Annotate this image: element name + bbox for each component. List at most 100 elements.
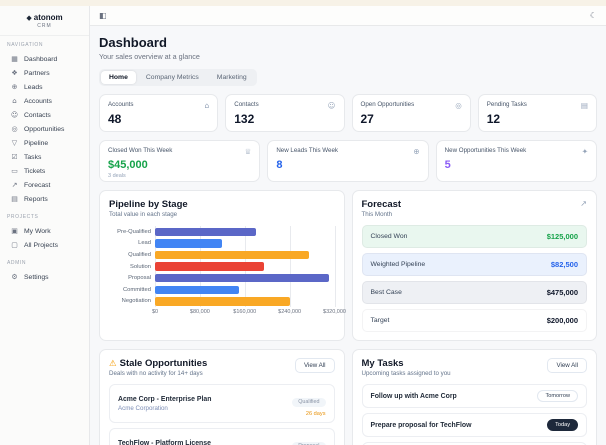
chart-gridline [334, 226, 336, 308]
stat-label: Closed Won This Week [108, 147, 173, 154]
nav-section-navigation: Navigation ▦ Dashboard ❖ Partners ⊕ Lead… [0, 36, 89, 208]
task-title: Prepare proposal for TechFlow [370, 421, 472, 429]
sidebar-item-label: Opportunities [24, 125, 65, 133]
sidebar-item-label: Forecast [24, 181, 51, 189]
opportunities-icon: ◎ [11, 125, 18, 133]
kpi-row: Accounts ⌂ 48 Contacts ☺ 132 Open Opport… [99, 94, 597, 132]
chart-category-label: Committed [122, 286, 151, 293]
forecast-card: Forecast This Month ↗ Closed Won $125,00… [351, 190, 597, 341]
stage-badge: Proposal [292, 441, 326, 445]
sidebar-item[interactable]: ⌂ Accounts [7, 94, 82, 108]
my-tasks-card: My Tasks Upcoming tasks assigned to you … [351, 349, 597, 445]
sidebar-item-label: My Work [24, 227, 51, 235]
chart-bar-row [155, 296, 335, 308]
forecast-row-value: $475,000 [546, 288, 578, 297]
task-list-item[interactable]: Follow up with Acme Corp Tomorrow [361, 384, 587, 408]
sidebar-item[interactable]: ☺ Contacts [7, 108, 82, 122]
forecast-row: Best Case $475,000 [361, 281, 587, 304]
page-subtitle: Your sales overview at a glance [99, 52, 200, 61]
stale-view-all-button[interactable]: View All [294, 358, 335, 373]
nav-section-label: Admin [7, 260, 27, 266]
stat-value: 5 [444, 159, 451, 171]
dashboard-icon: ▦ [11, 55, 18, 63]
sidebar-item-label: Accounts [24, 97, 52, 105]
trophy-icon: ♕ [244, 147, 252, 156]
chart-plot-area [155, 226, 336, 308]
page-title: Dashboard [99, 35, 167, 50]
sidebar-item[interactable]: ▤ Reports [7, 192, 82, 206]
theme-toggle-icon[interactable]: ☾ [590, 11, 597, 20]
chart-bar [155, 239, 223, 248]
brand-name: atonom [33, 13, 63, 22]
chart-bar-row [155, 249, 335, 261]
chart-x-tick-label: $80,000 [189, 309, 210, 316]
accounts-icon: ⌂ [12, 97, 17, 105]
sidebar-item[interactable]: ◎ Opportunities [7, 122, 82, 136]
kpi-label: Accounts [108, 101, 134, 108]
nav-section-label: Navigation [7, 42, 44, 48]
chart-bar-row [155, 226, 335, 238]
forecast-row-label: Closed Won [370, 233, 408, 240]
sidebar-toggle-icon[interactable]: ◧ [99, 11, 107, 20]
tab[interactable]: Home [101, 71, 136, 84]
brand-subtitle: CRM [37, 23, 52, 29]
kpi-value: 12 [486, 112, 501, 126]
main-area: ◧ ☾ Dashboard Your sales overview at a g… [90, 6, 606, 445]
sidebar-item[interactable]: ▦ Dashboard [7, 52, 82, 66]
forecast-row: Target $200,000 [361, 309, 587, 332]
target-icon: ◎ [455, 101, 462, 110]
stat-card: New Leads This Week ⊕ 8 [267, 140, 429, 182]
due-badge: Today [547, 419, 578, 431]
tab[interactable]: Marketing [209, 71, 255, 84]
sidebar-item[interactable]: ↗ Forecast [7, 178, 82, 192]
partners-icon: ❖ [11, 69, 18, 77]
opportunity-name: Acme Corp - Enterprise Plan [118, 395, 212, 403]
chart-category-label: Pre-Qualified [117, 228, 151, 235]
kpi-label: Pending Tasks [486, 101, 527, 108]
task-list-item[interactable]: Prepare proposal for TechFlow Today [361, 413, 587, 437]
kpi-value: 48 [108, 112, 122, 126]
forecast-row-value: $125,000 [546, 232, 578, 241]
forecast-row-label: Target [370, 317, 390, 324]
topbar: ◧ ☾ [90, 6, 606, 26]
stale-list-item[interactable]: TechFlow - Platform License TechFlow Sol… [109, 428, 335, 445]
tasks-list: Follow up with Acme Corp Tomorrow Prepar… [361, 384, 587, 445]
sparkle-icon: ✦ [581, 147, 588, 156]
users-icon: ☺ [327, 101, 336, 110]
chart-bar-row [155, 284, 335, 296]
app-window: ◆ atonom CRM Navigation ▦ Dashboard ❖ Pa… [0, 6, 606, 445]
tab[interactable]: Company Metrics [138, 71, 207, 84]
sidebar-item[interactable]: ⚙ Settings [7, 270, 82, 284]
task-title: Follow up with Acme Corp [370, 392, 457, 400]
chart-bar [155, 297, 290, 306]
stat-label: New Opportunities This Week [444, 147, 527, 154]
stale-subtitle: Deals with no activity for 14+ days [109, 370, 203, 377]
dashboard-tabs: Home Company Metrics Marketing [99, 69, 257, 86]
sidebar-item[interactable]: ☑ Tasks [7, 150, 82, 164]
sidebar-item[interactable]: ⊕ Leads [7, 80, 82, 94]
sidebar-item[interactable]: ▣ My Work [7, 224, 82, 238]
sidebar-item[interactable]: ▽ Pipeline [7, 136, 82, 150]
sidebar-item-label: All Projects [24, 241, 58, 249]
tasks-icon: ☑ [11, 153, 18, 161]
sidebar-item-label: Partners [24, 69, 50, 77]
my-work-icon: ▣ [11, 227, 18, 235]
tasks-view-all-button[interactable]: View All [547, 358, 587, 373]
kpi-label: Open Opportunities [360, 101, 415, 108]
nav-section-label: Projects [7, 214, 39, 220]
chart-x-tick-label: $240,000 [278, 309, 302, 316]
opportunity-company: Acme Corporation [118, 404, 168, 412]
sidebar-item[interactable]: ❖ Partners [7, 66, 82, 80]
sidebar-item[interactable]: ▭ Tickets [7, 164, 82, 178]
warning-icon: ⚠ [109, 359, 117, 369]
stale-title: Stale Opportunities [119, 358, 208, 369]
forecast-row-label: Best Case [370, 289, 402, 296]
stat-card: Closed Won This Week ♕ $45,000 3 deals [99, 140, 261, 182]
kpi-card: Pending Tasks ▤ 12 [477, 94, 597, 132]
chart-category-label: Qualified [128, 251, 151, 258]
sidebar-item[interactable]: ▢ All Projects [7, 238, 82, 252]
stale-list-item[interactable]: Acme Corp - Enterprise Plan Acme Corpora… [109, 384, 335, 423]
brand-logo-icon: ◆ [26, 14, 32, 22]
chart-category-label: Lead [138, 240, 151, 247]
chart-bar [155, 285, 240, 295]
